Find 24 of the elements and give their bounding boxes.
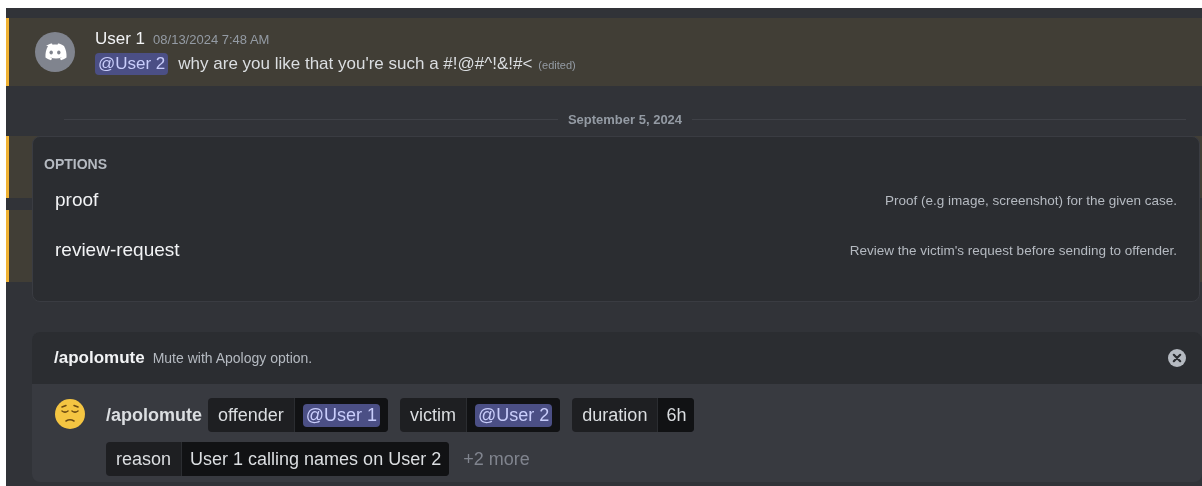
command-description: Mute with Apology option. xyxy=(152,350,313,366)
emoji-icon[interactable] xyxy=(54,398,86,430)
username[interactable]: User 1 xyxy=(95,29,146,49)
timestamp: 08/13/2024 7:48 AM xyxy=(153,32,270,47)
option-value: 6h xyxy=(658,398,695,432)
command-text: /apolomute xyxy=(106,404,202,426)
option-value: User 1 calling names on User 2 xyxy=(182,442,450,476)
option-chip[interactable]: duration 6h xyxy=(572,398,695,432)
option-chip[interactable]: victim @User 2 xyxy=(400,398,561,432)
option-item[interactable]: review-request Review the victim's request before sending to offender. xyxy=(33,225,1199,275)
option-name: offender xyxy=(208,398,295,432)
message-text: why are you like that you're such a #!@#^!&!#< xyxy=(178,54,533,74)
command-name: /apolomute xyxy=(54,348,145,368)
option-chip[interactable]: offender @User 1 xyxy=(208,398,389,432)
option-item[interactable]: proof Proof (e.g image, screenshot) for the given case. xyxy=(33,175,1199,225)
popup-title: OPTIONS xyxy=(43,155,108,174)
avatar-icon xyxy=(35,32,75,72)
user-mention: @User 1 xyxy=(302,403,381,427)
user-mention[interactable]: @User 2 xyxy=(95,53,169,75)
date-divider: September 5, 2024 xyxy=(567,111,683,127)
option-chip[interactable]: reason User 1 calling names on User 2 xyxy=(106,442,450,476)
user-mention: @User 2 xyxy=(475,403,553,427)
edited-label: (edited) xyxy=(538,59,576,71)
close-icon[interactable] xyxy=(1168,349,1186,367)
